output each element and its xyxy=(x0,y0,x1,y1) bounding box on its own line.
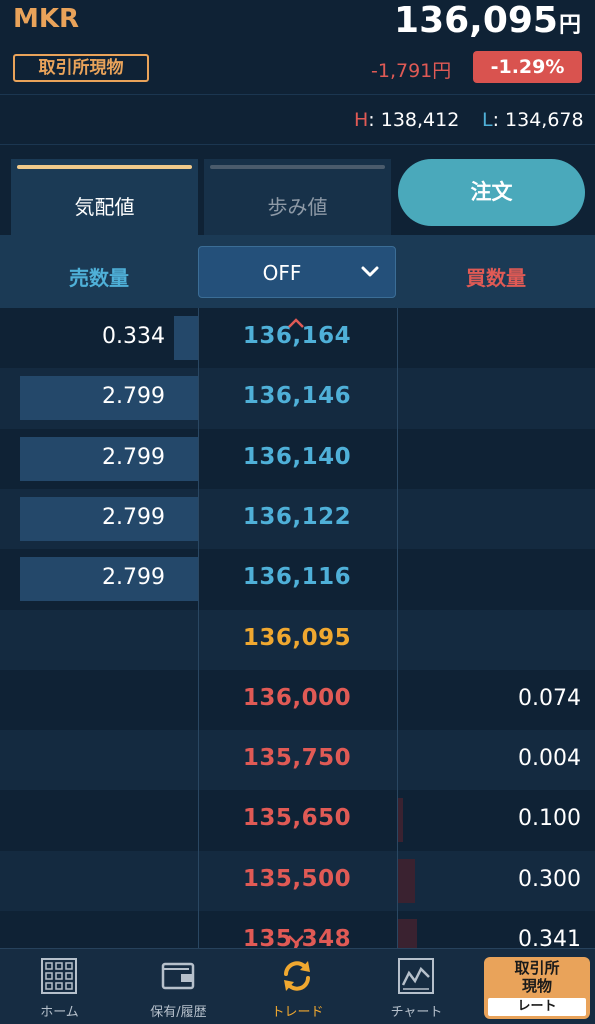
bid-quantity: 0.074 xyxy=(518,685,581,711)
ask-quantity: 0.334 xyxy=(102,324,165,349)
order-book: 0.334 136,164 2.799 136,146 2.799 136,14… xyxy=(0,308,595,948)
ask-quantity-header: 売数量 xyxy=(69,266,129,290)
ask-row[interactable]: 0.334 136,164 xyxy=(0,308,595,369)
book-column-header: 売数量 OFF 買数量 xyxy=(0,235,595,308)
high-value: H: 138,412 xyxy=(354,109,460,131)
chart-icon xyxy=(398,958,434,994)
bid-quantity: 0.100 xyxy=(518,806,581,832)
price-grouping-value: OFF xyxy=(262,261,302,285)
tab-quote-label: 気配値 xyxy=(74,195,135,219)
ask-price: 136,122 xyxy=(242,503,352,530)
ask-row[interactable]: 2.799 136,146 xyxy=(0,368,595,429)
bid-row[interactable]: 135,650 0.100 xyxy=(0,790,595,851)
wallet-icon xyxy=(161,962,195,990)
nav-holdings[interactable]: 保有/履歴 xyxy=(119,949,238,1024)
ask-price: 136,146 xyxy=(242,383,352,410)
caret-up-icon xyxy=(288,318,304,328)
price-grouping-select[interactable]: OFF xyxy=(198,246,396,298)
price-change: -1,791円 xyxy=(371,60,452,82)
last-price: 136,095 xyxy=(394,0,558,41)
ask-row[interactable]: 2.799 136,122 xyxy=(0,488,595,550)
bid-row[interactable]: 135,500 0.300 xyxy=(0,850,595,911)
tab-trades-label: 歩み値 xyxy=(267,195,328,219)
bid-row[interactable]: 135,348 0.341 xyxy=(0,911,595,948)
column-divider xyxy=(397,308,398,948)
ask-depth-bar xyxy=(174,316,198,360)
grid-icon xyxy=(41,958,77,994)
bottom-nav: ホーム 保有/履歴 トレード チャート 取引所 現物 レート xyxy=(0,948,595,1024)
tab-trades[interactable]: 歩み値 xyxy=(204,159,391,235)
tab-inactive-indicator xyxy=(210,165,385,169)
nav-chart-label: チャート xyxy=(390,1005,443,1020)
bid-quantity: 0.300 xyxy=(518,866,581,892)
high-low-bar: H: 138,412 L: 134,678 xyxy=(0,95,595,145)
caret-down-icon xyxy=(288,935,304,945)
exchange-badge: 取引所現物 xyxy=(13,54,149,82)
ask-quantity: 2.799 xyxy=(102,565,165,591)
bid-price: 135,750 xyxy=(242,745,352,772)
tab-active-indicator xyxy=(17,165,192,169)
nav-holdings-label: 保有/履歴 xyxy=(150,1005,207,1020)
nav-chart[interactable]: チャート xyxy=(357,949,476,1024)
price-display: 136,095 円 xyxy=(394,0,581,44)
ticker-header: MKR 取引所現物 136,095 円 -1,791円 -1.29% xyxy=(0,0,595,95)
app: MKR 取引所現物 136,095 円 -1,791円 -1.29% H: 13… xyxy=(0,0,595,1024)
bid-row[interactable]: 136,000 0.074 xyxy=(0,669,595,731)
ask-price: 136,116 xyxy=(242,564,352,591)
price-unit: 円 xyxy=(558,13,581,38)
market-rate-button[interactable]: 取引所 現物 レート xyxy=(484,957,590,1019)
nav-home-label: ホーム xyxy=(40,1005,79,1020)
bid-price: 135,500 xyxy=(242,865,352,892)
ask-quantity: 2.799 xyxy=(102,504,165,530)
ask-row[interactable]: 2.799 136,116 xyxy=(0,549,595,610)
low-value: L: 134,678 xyxy=(482,109,584,131)
bid-price: 136,000 xyxy=(242,684,352,711)
bid-row[interactable]: 135,750 0.004 xyxy=(0,730,595,791)
rate-button-rate-label: レート xyxy=(488,998,586,1016)
nav-trade[interactable]: トレード xyxy=(238,949,357,1024)
rate-button-market-label: 取引所 現物 xyxy=(484,959,590,995)
current-price: 136,095 xyxy=(242,624,352,651)
ask-quantity: 2.799 xyxy=(102,444,165,470)
price-change-percent-badge: -1.29% xyxy=(473,51,582,83)
chevron-down-icon xyxy=(361,266,379,277)
bid-quantity: 0.341 xyxy=(518,927,581,948)
view-tabs: 気配値 歩み値 注文 xyxy=(0,145,595,235)
order-button[interactable]: 注文 xyxy=(398,159,585,226)
symbol-label: MKR xyxy=(13,4,80,34)
column-divider xyxy=(198,308,199,948)
ask-price: 136,140 xyxy=(242,443,352,470)
tab-quote[interactable]: 気配値 xyxy=(11,159,198,235)
nav-home[interactable]: ホーム xyxy=(0,949,119,1024)
bid-depth-bar xyxy=(397,919,417,948)
bid-quantity-header: 買数量 xyxy=(466,266,526,290)
current-price-row[interactable]: 136,095 xyxy=(0,609,595,670)
exchange-arrows-icon xyxy=(284,961,310,991)
ask-quantity: 2.799 xyxy=(102,384,165,410)
rate-top-line: 取引所 現物 xyxy=(514,959,560,995)
bid-price: 135,650 xyxy=(242,805,352,832)
ask-row[interactable]: 2.799 136,140 xyxy=(0,428,595,489)
bid-quantity: 0.004 xyxy=(518,746,581,772)
nav-trade-label: トレード xyxy=(271,1005,324,1020)
bid-depth-bar xyxy=(397,858,415,903)
